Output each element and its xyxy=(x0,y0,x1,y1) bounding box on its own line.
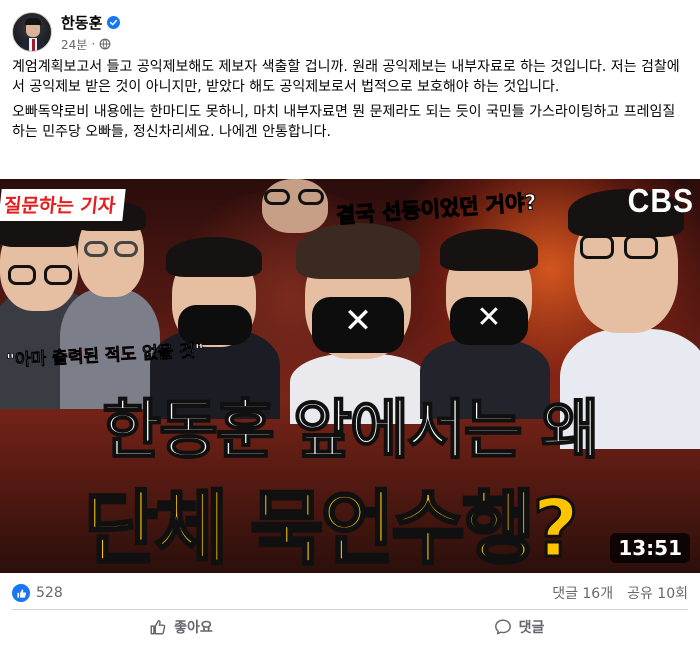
author-name[interactable]: 한동훈 xyxy=(61,12,102,33)
thumbs-up-icon xyxy=(150,619,166,635)
comment-button[interactable]: 댓글 xyxy=(350,611,688,643)
like-label: 좋아요 xyxy=(174,620,213,636)
action-divider xyxy=(12,609,688,610)
like-button[interactable]: 좋아요 xyxy=(12,611,350,643)
post-actions: 좋아요 댓글 xyxy=(12,611,688,643)
reporter-tag: 질문하는 기자 xyxy=(0,189,126,221)
headline-line-1: 한동훈 앞에서는 왜 xyxy=(101,393,601,469)
separator-dot: · xyxy=(91,37,96,51)
avatar[interactable] xyxy=(12,12,52,52)
post-header: 한동훈 24분 · xyxy=(12,10,121,54)
post-meta: 한동훈 24분 · xyxy=(61,12,121,53)
reaction-count[interactable]: 528 xyxy=(36,585,63,601)
share-count[interactable]: 공유 10회 xyxy=(627,583,688,603)
headline-line-2: 단체 묵언수행? xyxy=(83,481,581,574)
timestamp-row: 24분 · xyxy=(61,36,120,53)
engagement-stats: 528 댓글 16개 공유 10회 xyxy=(12,583,688,603)
post-paragraph-2: 오빠독약로비 내용에는 한마디도 못하니, 마치 내부자료면 뭔 문제라도 되는… xyxy=(12,104,676,140)
comment-count[interactable]: 댓글 16개 xyxy=(552,583,613,603)
post-body: 계엄계획보고서 들고 공익제보해도 제보자 색출할 겁니까. 원래 공익제보는 … xyxy=(12,58,688,148)
mask-x-mark-2: ✕ xyxy=(476,300,502,335)
globe-icon xyxy=(99,38,111,50)
comment-label: 댓글 xyxy=(518,620,545,636)
comment-bubble-icon xyxy=(494,619,511,635)
like-reaction-icon[interactable] xyxy=(12,584,30,602)
verified-badge-icon xyxy=(107,15,121,29)
post-time[interactable]: 24분 xyxy=(61,36,87,53)
video-thumbnail[interactable]: ✕ ✕ 질문하는 기자 CBS 결국 선동이었던 거야? "아마 출력된 적도 … xyxy=(0,179,700,573)
mask-x-mark-1: ✕ xyxy=(343,301,373,341)
cbs-logo: CBS xyxy=(627,183,694,220)
post-paragraph-1: 계엄계획보고서 들고 공익제보해도 제보자 색출할 겁니까. 원래 공익제보는 … xyxy=(12,59,680,95)
video-duration: 13:51 xyxy=(610,533,690,563)
author-row: 한동훈 xyxy=(61,12,121,33)
